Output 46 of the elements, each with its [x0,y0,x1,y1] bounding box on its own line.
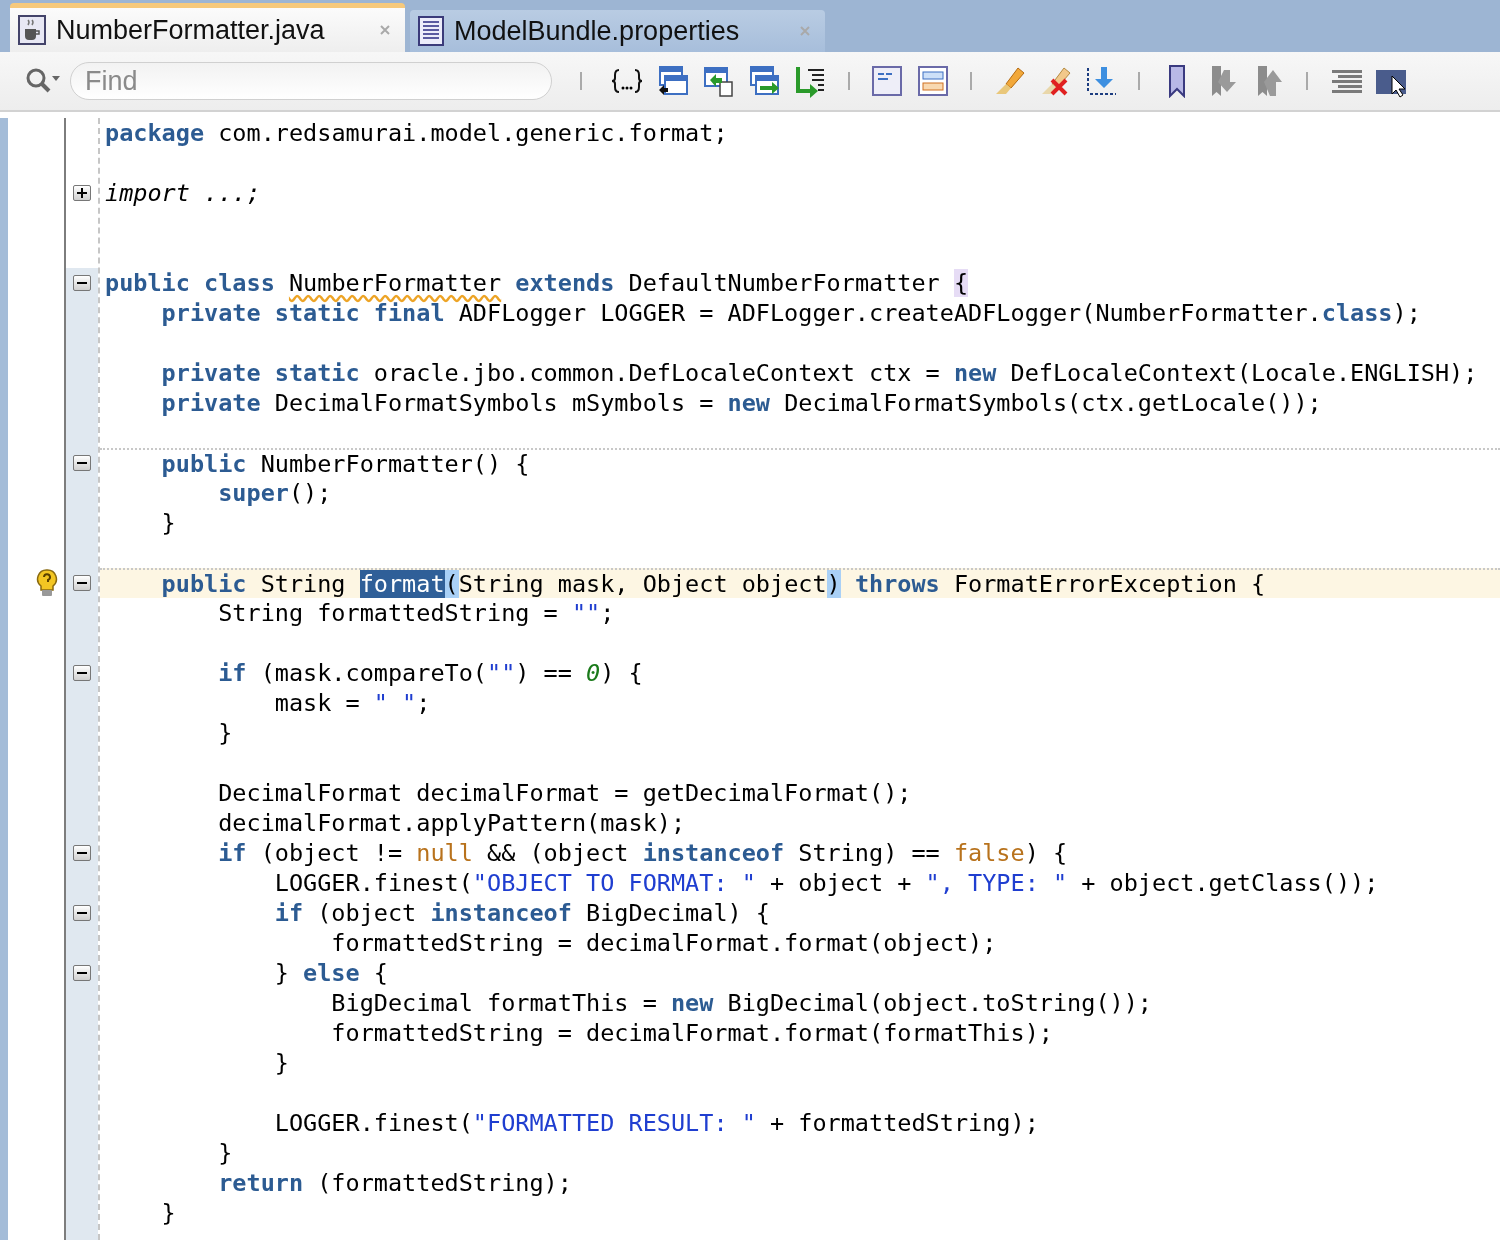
code-line: } [160,1199,176,1227]
collapse-button[interactable] [73,575,91,591]
code-line: decimalFormat.applyPattern(mask); [217,809,686,837]
code-line: package com.redsamurai.model.generic.format; [105,119,728,147]
code-line: } [217,1139,233,1167]
collapse-button[interactable] [73,455,91,471]
panel-icon[interactable] [870,64,904,98]
code-line: LOGGER.finest("OBJECT TO FORMAT: " + object + ", TYPE: " + object.getClass()); [273,869,1379,897]
code-line: LOGGER.finest("FORMATTED RESULT: " + formattedString); [273,1109,1039,1137]
collapse-button[interactable] [73,965,91,981]
lightbulb-icon[interactable] [36,568,58,598]
code-line: String formattedString = ""; [217,599,615,627]
expand-button[interactable] [73,185,91,201]
document-icon [418,16,444,46]
code-line: mask = " "; [273,689,431,717]
code-line: if (mask.compareTo("") == 0) { [217,659,643,687]
code-line: return (formattedString); [217,1169,572,1197]
find-field[interactable]: Find [70,62,552,100]
code-line: } [217,719,233,747]
collapse-button[interactable] [73,275,91,291]
code-line: super(); [217,479,332,507]
code-line: } else { [273,959,388,987]
code-line: formattedString = decimalFormat.format(object); [330,929,997,957]
code-line: } [160,509,176,537]
code-line: private static oracle.jbo.common.DefLocaleContext ctx = new DefLocaleContext(Locale.ENGLISH); [160,359,1478,387]
code-line: private DecimalFormatSymbols mSymbols = new DecimalFormatSymbols(ctx.getLocale()); [160,389,1322,417]
code-line: public String format(String mask, Object object) throws FormatErrorException { [160,570,1266,598]
code-line: BigDecimal formatThis = new BigDecimal(object.toString()); [330,989,1152,1017]
code-line: if (object != null && (object instanceof String) == false) { [217,839,1068,867]
code-line: private static final ADFLogger LOGGER = ADFLogger.createADFLogger(NumberFormatter.class); [160,299,1421,327]
panel-icon[interactable] [916,64,950,98]
code-line: formattedString = decimalFormat.format(formatThis); [330,1019,1053,1047]
file-tab[interactable]: ModelBundle.properties [410,10,825,52]
collapse-button[interactable] [73,845,91,861]
code-line: if (object instanceof BigDecimal) { [273,899,770,927]
collapse-button[interactable] [73,665,91,681]
collapse-button[interactable] [73,905,91,921]
code-line: import ...; [105,179,261,207]
code-line: public class NumberFormatter extends DefaultNumberFormatter { [105,269,969,297]
jump-down-icon[interactable] [1084,64,1118,98]
file-tab[interactable]: NumberFormatter.java [10,3,405,52]
window-icon[interactable] [656,64,690,98]
code-line: public NumberFormatter() { [160,450,530,478]
coffee-cup-icon [18,15,46,45]
code-line: } [273,1049,289,1077]
code-line: DecimalFormat decimalFormat = getDecimalFormat(); [217,779,912,807]
